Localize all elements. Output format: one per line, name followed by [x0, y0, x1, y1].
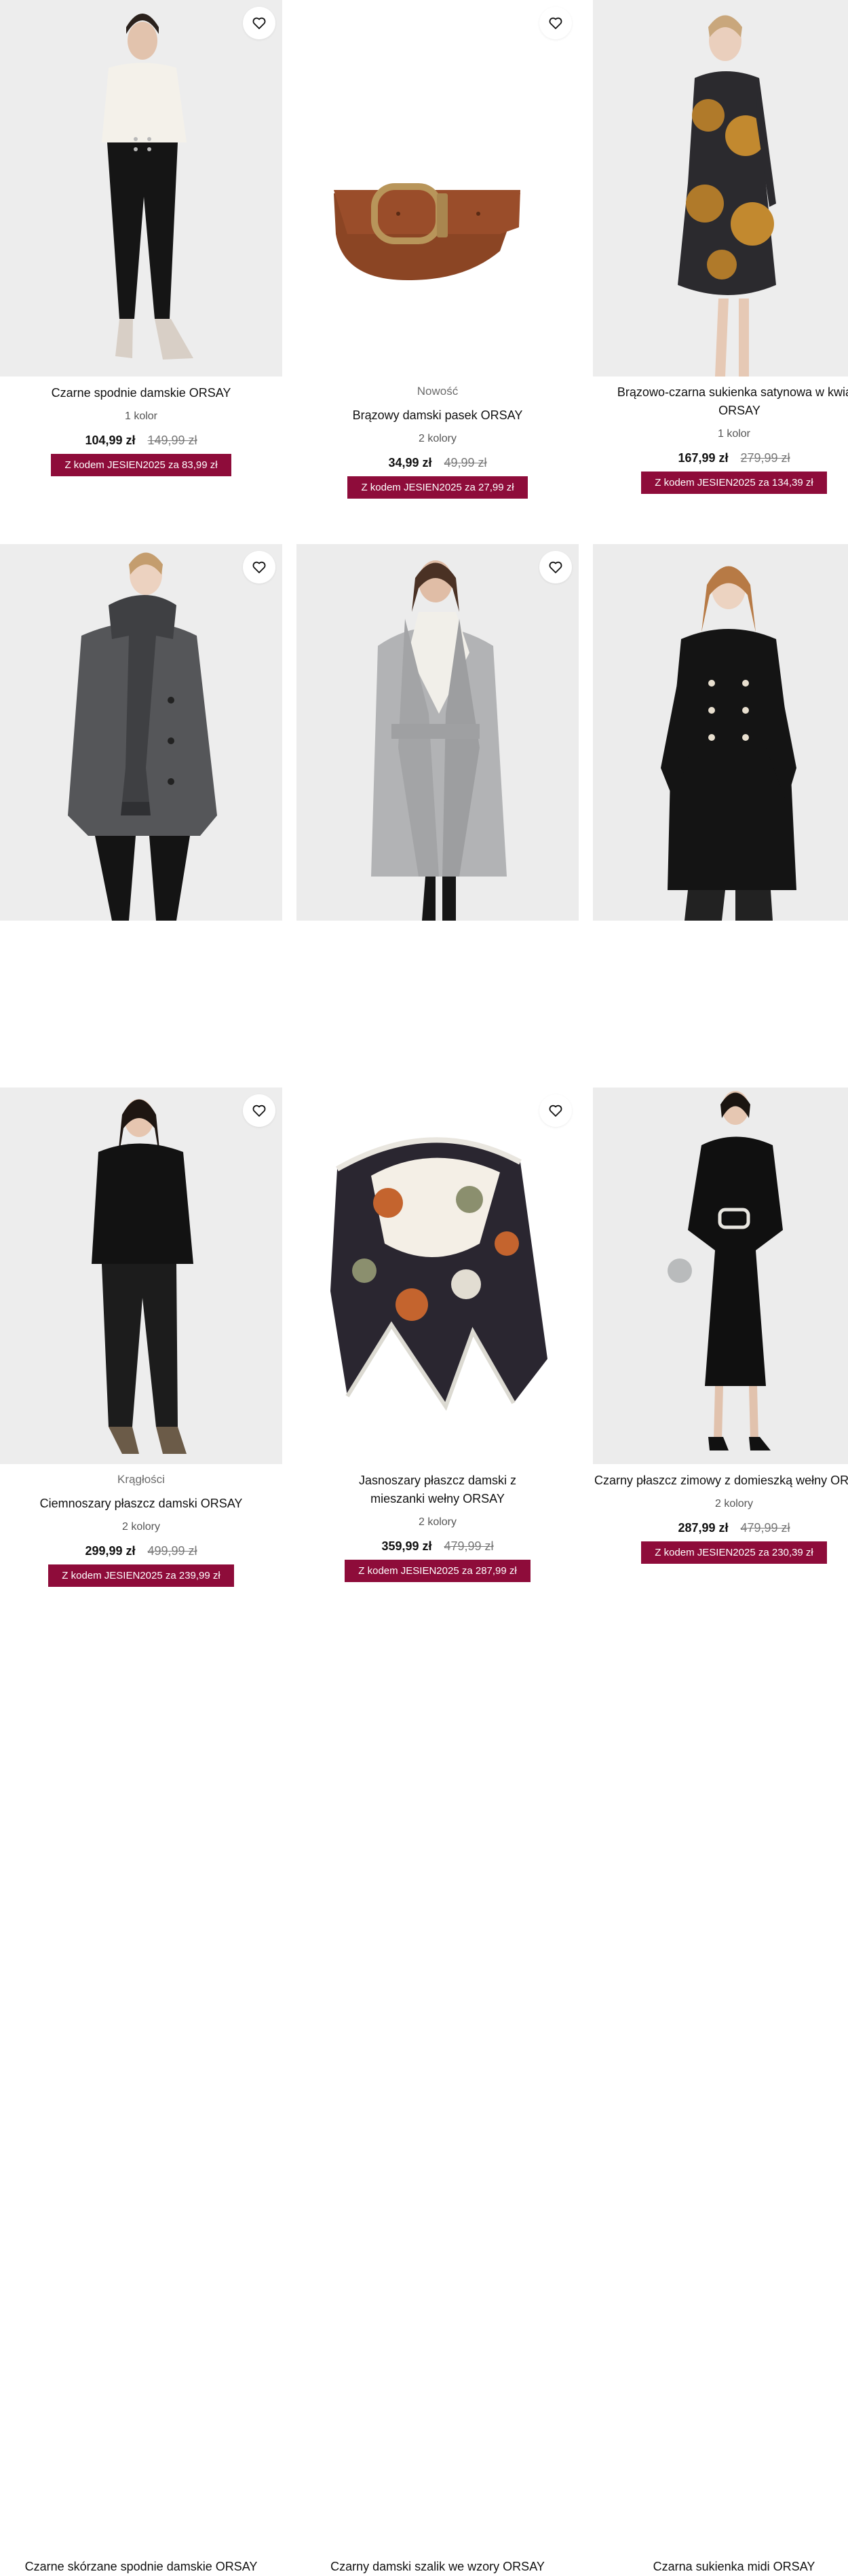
old-price: 279,99 zł: [740, 451, 790, 465]
heart-outline-icon: [547, 1102, 564, 1119]
product-image[interactable]: [0, 0, 282, 377]
favorite-button[interactable]: [243, 1094, 275, 1127]
product-image[interactable]: [0, 1088, 282, 1464]
current-price: 359,99 zł: [381, 1539, 432, 1553]
product-image[interactable]: [296, 544, 579, 921]
old-price: 499,99 zł: [147, 1544, 197, 1558]
product-name[interactable]: Czarne spodnie damskie ORSAY: [0, 384, 282, 402]
product-prices: 104,99 zł 149,99 zł: [0, 432, 282, 448]
product-prices: 167,99 zł 279,99 zł: [593, 450, 848, 466]
old-price: 479,99 zł: [444, 1539, 494, 1553]
heart-outline-icon: [251, 1102, 267, 1119]
product-name[interactable]: Czarna sukienka midi ORSAY: [593, 2558, 848, 2576]
product-colors: 1 kolor: [717, 428, 751, 440]
favorite-button[interactable]: [243, 551, 275, 583]
product-badge: Krągłości: [117, 1473, 165, 1486]
product-name[interactable]: Czarny płaszcz zimowy z domieszką wełny …: [593, 1472, 848, 1490]
product-image[interactable]: [593, 0, 848, 377]
product-info: Czarne skórzane spodnie damskie ORSAY: [0, 2558, 282, 2576]
promo-code-badge: Z kodem JESIEN2025 za 27,99 zł: [347, 476, 528, 499]
promo-code-badge: Z kodem JESIEN2025 za 287,99 zł: [345, 1560, 531, 1582]
old-price: 149,99 zł: [147, 434, 197, 447]
product-info: Jasnoszary płaszcz damski z mieszanki we…: [296, 1472, 579, 1582]
product-image[interactable]: [593, 544, 848, 921]
product-info: Czarny płaszcz zimowy z domieszką wełny …: [593, 1472, 848, 1564]
product-colors: 2 kolory: [121, 1521, 161, 1533]
favorite-button[interactable]: [539, 551, 572, 583]
favorite-button[interactable]: [539, 7, 572, 39]
product-info: Czarny damski szalik we wzory ORSAY: [296, 2558, 579, 2576]
old-price: 49,99 zł: [444, 456, 487, 469]
product-image[interactable]: [593, 1088, 848, 1464]
heart-outline-icon: [251, 559, 267, 575]
product-prices: 287,99 zł 479,99 zł: [593, 1520, 848, 1536]
product-colors: 2 kolory: [418, 433, 457, 444]
product-name[interactable]: Czarne skórzane spodnie damskie ORSAY: [0, 2558, 282, 2576]
product-badge: Nowość: [417, 385, 459, 398]
product-info: Czarne spodnie damskie ORSAY 1 kolor 104…: [0, 384, 282, 476]
product-info: Nowość Brązowy damski pasek ORSAY 2 kolo…: [296, 383, 579, 499]
current-price: 34,99 zł: [388, 456, 432, 469]
product-name[interactable]: Ciemnoszary płaszcz damski ORSAY: [0, 1495, 282, 1513]
promo-code-badge: Z kodem JESIEN2025 za 83,99 zł: [51, 454, 231, 476]
current-price: 287,99 zł: [678, 1521, 729, 1535]
product-image[interactable]: [296, 0, 579, 377]
promo-code-badge: Z kodem JESIEN2025 za 239,99 zł: [48, 1564, 234, 1587]
product-colors: 2 kolory: [714, 1498, 754, 1510]
product-prices: 299,99 zł 499,99 zł: [0, 1543, 282, 1559]
heart-outline-icon: [251, 15, 267, 31]
old-price: 479,99 zł: [740, 1521, 790, 1535]
product-image[interactable]: [296, 1088, 579, 1464]
promo-code-badge: Z kodem JESIEN2025 za 134,39 zł: [641, 472, 827, 494]
favorite-button[interactable]: [539, 1094, 572, 1127]
product-name[interactable]: Brązowo-czarna sukienka satynowa w kwiat…: [593, 383, 848, 420]
product-info: Krągłości Ciemnoszary płaszcz damski ORS…: [0, 1471, 282, 1587]
product-prices: 359,99 zł 479,99 zł: [296, 1538, 579, 1554]
product-colors: 1 kolor: [124, 410, 158, 422]
product-colors: 2 kolory: [418, 1516, 457, 1528]
product-info: Czarna sukienka midi ORSAY: [593, 2558, 848, 2576]
favorite-button[interactable]: [243, 7, 275, 39]
product-info: Brązowo-czarna sukienka satynowa w kwiat…: [593, 383, 848, 494]
heart-outline-icon: [547, 15, 564, 31]
current-price: 104,99 zł: [85, 434, 136, 447]
current-price: 167,99 zł: [678, 451, 729, 465]
current-price: 299,99 zł: [85, 1544, 136, 1558]
product-name[interactable]: Jasnoszary płaszcz damski z mieszanki we…: [296, 1472, 579, 1508]
product-image[interactable]: [0, 544, 282, 921]
heart-outline-icon: [547, 559, 564, 575]
promo-code-badge: Z kodem JESIEN2025 za 230,39 zł: [641, 1541, 827, 1564]
product-name[interactable]: Czarny damski szalik we wzory ORSAY: [296, 2558, 579, 2576]
product-name[interactable]: Brązowy damski pasek ORSAY: [296, 406, 579, 425]
product-prices: 34,99 zł 49,99 zł: [296, 455, 579, 471]
